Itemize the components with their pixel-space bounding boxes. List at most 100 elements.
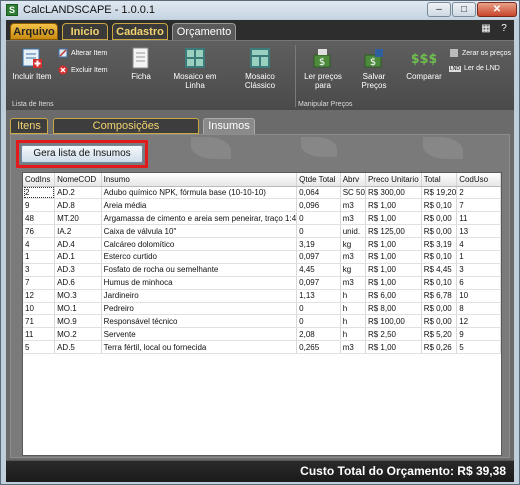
table-cell[interactable]: R$ 0,10 — [421, 198, 458, 213]
table-cell[interactable]: h — [340, 327, 366, 342]
table-cell[interactable]: R$ 4,45 — [421, 263, 458, 277]
table-cell[interactable]: R$ 1,00 — [365, 263, 422, 277]
table-cell[interactable]: 4 — [23, 237, 56, 251]
table-cell[interactable]: 0,097 — [296, 276, 341, 290]
table-cell[interactable]: kg — [340, 263, 366, 277]
menu-inicio[interactable]: Inicio — [62, 23, 108, 40]
zerar-precos-button[interactable]: Zerar os preços — [449, 48, 511, 58]
table-cell[interactable]: 12 — [23, 289, 56, 303]
column-header[interactable]: Qtde Total — [296, 173, 341, 187]
menu-cadastro[interactable]: Cadastro — [112, 23, 168, 40]
table-cell[interactable]: 0,097 — [296, 250, 341, 264]
table-cell[interactable]: R$ 300,00 — [365, 186, 422, 200]
table-row[interactable]: 2 AD.2 Adubo químico NPK, fórmula base (10… — [23, 186, 501, 200]
salvar-precos-button[interactable]: $ Salvar Preços — [350, 47, 398, 90]
table-cell[interactable]: m3 — [340, 250, 366, 264]
table-cell[interactable]: 13 — [456, 224, 501, 239]
column-header[interactable]: Abrv — [340, 173, 366, 187]
table-cell[interactable]: 5 — [23, 340, 56, 355]
table-cell[interactable]: AD.4 — [54, 237, 102, 251]
table-cell[interactable]: R$ 1,00 — [365, 250, 422, 264]
table-cell[interactable]: AD.3 — [54, 263, 102, 277]
table-cell[interactable]: unid. — [340, 224, 366, 239]
table-cell[interactable]: kg — [340, 237, 366, 251]
table-cell[interactable]: R$ 1,00 — [365, 276, 422, 290]
tab-insumos[interactable]: Insumos — [203, 118, 255, 134]
table-cell[interactable]: R$ 3,19 — [421, 237, 458, 251]
table-cell[interactable]: Pedreiro — [101, 302, 298, 316]
menu-arquivo[interactable]: Arquivo — [10, 23, 58, 40]
table-cell[interactable]: Caixa de válvula 10" — [101, 224, 298, 239]
table-cell[interactable]: R$ 2,50 — [365, 327, 422, 342]
table-cell[interactable]: m3 — [340, 198, 366, 213]
table-row[interactable]: 9 AD.8 Areia média 0,096 m3 R$ 1,00 R$ 0,10 7 — [23, 198, 501, 213]
table-cell[interactable]: h — [340, 314, 366, 329]
table-cell[interactable]: 1 — [23, 250, 56, 264]
table-cell[interactable]: 0,096 — [296, 198, 341, 213]
table-row[interactable]: 76 IA.2 Caixa de válvula 10" 0 unid. R$ 125,0… — [23, 224, 501, 239]
table-cell[interactable]: R$ 0,00 — [421, 211, 458, 226]
excluir-item-button[interactable]: Excluir Item — [58, 65, 108, 75]
table-cell[interactable]: 7 — [23, 276, 56, 290]
column-header[interactable]: CodIns — [23, 173, 56, 187]
column-header[interactable]: NomeCOD — [54, 173, 102, 187]
table-cell[interactable]: MO.3 — [54, 289, 102, 303]
table-cell[interactable]: 3 — [456, 263, 501, 277]
table-cell[interactable]: MO.1 — [54, 302, 102, 316]
table-row[interactable]: 5 AD.5 Terra fértil, local ou fornecida 0,2… — [23, 340, 501, 355]
save-icon[interactable]: ▦ — [480, 23, 492, 35]
table-cell[interactable]: Argamassa de cimento e areia sem peneira… — [101, 211, 298, 226]
column-header[interactable]: Preco Unitario — [365, 173, 422, 187]
table-cell[interactable]: Jardineiro — [101, 289, 298, 303]
table-cell[interactable]: 2 — [456, 186, 501, 200]
table-cell[interactable]: R$ 5,20 — [421, 327, 458, 342]
table-cell[interactable]: SC 50 — [340, 186, 366, 200]
tab-composicoes[interactable]: Composições complementares — [53, 118, 199, 147]
table-cell[interactable]: MO.9 — [54, 314, 102, 329]
menu-orcamento[interactable]: Orçamento — [172, 23, 236, 40]
table-cell[interactable]: Calcáreo dolomítico — [101, 237, 298, 251]
table-row[interactable]: 3 AD.3 Fosfato de rocha ou semelhante 4,45 k… — [23, 263, 501, 277]
table-cell[interactable]: 0 — [296, 314, 341, 329]
table-cell[interactable]: 2,08 — [296, 327, 341, 342]
table-cell[interactable]: 4 — [456, 237, 501, 251]
incluir-item-button[interactable]: Incluir Item — [12, 47, 52, 81]
gera-lista-insumos-button[interactable]: Gera lista de Insumos — [21, 145, 143, 163]
table-cell[interactable]: 12 — [456, 314, 501, 329]
table-cell[interactable]: Servente — [101, 327, 298, 342]
table-cell[interactable]: 4,45 — [296, 263, 341, 277]
alterar-item-button[interactable]: Alterar Item — [58, 48, 107, 58]
table-cell[interactable]: m3 — [340, 276, 366, 290]
table-cell[interactable]: R$ 6,00 — [365, 289, 422, 303]
table-cell[interactable]: R$ 1,00 — [365, 237, 422, 251]
column-header[interactable]: CodUso — [456, 173, 501, 187]
table-cell[interactable]: 11 — [23, 327, 56, 342]
ler-precos-button[interactable]: $ Ler preços para — [298, 47, 348, 90]
table-row[interactable]: 48 MT.20 Argamassa de cimento e areia sem … — [23, 211, 501, 226]
column-header[interactable]: Insumo — [101, 173, 298, 187]
table-cell[interactable]: 10 — [23, 302, 56, 316]
table-cell[interactable]: 6 — [456, 276, 501, 290]
table-cell[interactable]: AD.2 — [54, 186, 102, 200]
table-cell[interactable]: R$ 0,10 — [421, 250, 458, 264]
table-cell[interactable]: 1,13 — [296, 289, 341, 303]
comparar-button[interactable]: $$$ Comparar — [404, 47, 444, 81]
table-cell[interactable]: 48 — [23, 211, 56, 226]
table-cell[interactable]: R$ 100,00 — [365, 314, 422, 329]
close-button[interactable]: ✕ — [477, 2, 517, 17]
table-cell[interactable]: 3,19 — [296, 237, 341, 251]
table-cell[interactable]: Humus de minhoca — [101, 276, 298, 290]
table-cell[interactable]: 8 — [456, 302, 501, 316]
table-cell[interactable]: 0,265 — [296, 340, 341, 355]
table-cell[interactable]: AD.8 — [54, 198, 102, 213]
table-cell[interactable]: 76 — [23, 224, 56, 239]
table-cell[interactable]: 0 — [296, 211, 341, 226]
table-cell[interactable]: R$ 0,10 — [421, 276, 458, 290]
table-cell[interactable]: m3 — [340, 211, 366, 226]
table-row[interactable]: 1 AD.1 Esterco curtido 0,097 m3 R$ 1,00 R$ 0,1… — [23, 250, 501, 264]
table-cell[interactable]: R$ 0,26 — [421, 340, 458, 355]
table-cell[interactable]: R$ 19,20 — [421, 186, 458, 200]
minimize-button[interactable]: – — [427, 2, 451, 17]
table-cell[interactable]: Fosfato de rocha ou semelhante — [101, 263, 298, 277]
table-cell[interactable]: 9 — [23, 198, 56, 213]
